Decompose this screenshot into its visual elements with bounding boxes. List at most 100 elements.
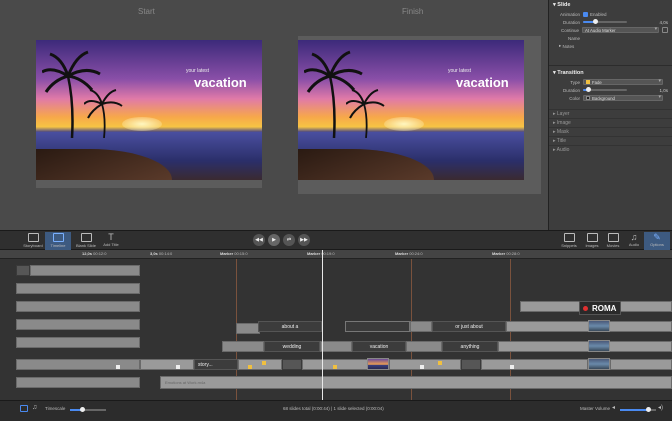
playhead[interactable] [322, 250, 323, 400]
inspector-section-title[interactable]: ▸ Title [549, 136, 672, 145]
inspector-section-audio[interactable]: ▸ Audio [549, 145, 672, 154]
time-ruler[interactable]: 12,0s 00:12:0 3,0s 00:14:0 Marker 00:15:… [0, 250, 672, 259]
slide-block[interactable] [406, 341, 442, 352]
master-volume-slider[interactable] [620, 407, 656, 412]
options-button[interactable]: ✎ Options [644, 232, 670, 250]
forward-button[interactable]: ▶▶ [298, 234, 310, 246]
storyboard-button[interactable]: Storyboard [20, 232, 46, 250]
slide-section-header[interactable]: ▾ Slide [553, 1, 668, 10]
slide-block[interactable] [498, 341, 672, 352]
slide-block[interactable] [389, 359, 461, 370]
slide-block[interactable] [16, 301, 140, 312]
inspector-section-mask[interactable]: ▸ Mask [549, 127, 672, 136]
slide-block[interactable] [481, 359, 588, 370]
title-story[interactable]: story... [194, 359, 238, 370]
snippets-icon [563, 233, 575, 242]
slide-block[interactable] [30, 265, 140, 276]
transition-marker[interactable] [333, 365, 337, 369]
transition-color-popup[interactable]: Background [583, 95, 663, 101]
name-label: Name [567, 35, 580, 41]
inspector-section-image[interactable]: ▸ Image [549, 118, 672, 127]
transition-marker[interactable] [248, 365, 252, 369]
ruler-marker[interactable]: Marker 00:28:0 [492, 251, 520, 256]
slide-block[interactable] [236, 323, 260, 334]
loop-button[interactable]: ⇄ [283, 234, 295, 246]
slide-block[interactable] [461, 359, 481, 370]
roma-title-block[interactable]: ROMA [579, 301, 621, 315]
slide-summary: 68 slides total (0:00:44) | 1 slide sele… [283, 406, 384, 411]
title-block[interactable] [345, 321, 410, 332]
slide-block[interactable] [410, 321, 432, 332]
slide-block[interactable] [140, 359, 194, 370]
duration-slider[interactable] [583, 19, 627, 24]
audio-track[interactable]: Emotions at Work.m4a [160, 376, 672, 389]
master-volume-fill [620, 409, 649, 411]
slide-block[interactable] [222, 341, 264, 352]
transition-marker[interactable] [438, 361, 442, 365]
slide-block[interactable] [16, 359, 140, 370]
transport-controls: ◀◀ ▶ ⇄ ▶▶ [253, 234, 310, 246]
animation-value: Enabled [590, 11, 607, 17]
duration-slider-knob[interactable] [592, 19, 598, 24]
title-or-just-about[interactable]: or just about [432, 321, 506, 332]
main-toolbar: Storyboard Timeline Blank Slide T Add Tit… [0, 230, 672, 250]
slide-block[interactable] [282, 359, 302, 370]
timeline-button[interactable]: Timeline [45, 232, 71, 250]
blank-slide-button[interactable]: Blank Slide [73, 232, 99, 250]
slide-block[interactable] [610, 359, 672, 370]
ruler-marker[interactable]: Marker 00:19:0 [307, 251, 335, 256]
slide-block[interactable] [238, 359, 282, 370]
images-icon [586, 233, 598, 242]
video-thumbnail[interactable] [588, 320, 610, 332]
slide-block[interactable] [16, 337, 140, 348]
vacation-photo-thumbnail[interactable] [367, 358, 389, 370]
add-title-button[interactable]: T Add Title [98, 232, 124, 250]
slide-block[interactable] [320, 341, 352, 352]
finish-slide-preview[interactable]: your latest vacation [298, 40, 524, 180]
slide-block[interactable] [16, 265, 30, 276]
title-about-a[interactable]: about a [258, 321, 322, 332]
notes-label[interactable]: Notes [563, 44, 575, 49]
screen-icon[interactable] [20, 405, 28, 412]
timeline-tracks: ROMA about a or just about wedding vacat… [0, 259, 672, 400]
transition-marker[interactable] [176, 365, 180, 369]
timescale-slider[interactable] [70, 407, 106, 412]
title-wedding[interactable]: wedding [264, 341, 320, 352]
slide-block[interactable] [16, 283, 140, 294]
transition-marker[interactable] [262, 361, 266, 365]
video-thumbnail[interactable] [588, 340, 610, 352]
continue-popup[interactable]: At Audio Marker [581, 27, 660, 33]
transition-type-popup[interactable]: Fade [583, 79, 663, 85]
title-vacation[interactable]: vacation [352, 341, 406, 352]
rewind-button[interactable]: ◀◀ [253, 234, 265, 246]
animation-checkbox[interactable] [583, 11, 588, 17]
slide-block[interactable] [16, 377, 140, 388]
music-note-icon[interactable]: ♫ [32, 404, 37, 411]
duration-label: Duration [562, 19, 580, 25]
transition-section-header[interactable]: ▾ Transition [553, 69, 668, 78]
title-anything[interactable]: anything [442, 341, 498, 352]
transition-marker[interactable] [116, 365, 120, 369]
slide-block[interactable] [16, 319, 140, 330]
fade-icon [586, 80, 590, 84]
ruler-marker[interactable]: Marker 00:15:0 [220, 251, 248, 256]
master-volume-knob[interactable] [646, 407, 652, 412]
transition-marker[interactable] [420, 365, 424, 369]
inspector-section-layer[interactable]: ▸ Layer [549, 109, 672, 118]
timescale-knob[interactable] [80, 407, 86, 412]
continue-stepper-icon[interactable] [662, 27, 668, 33]
transition-duration-knob[interactable] [585, 87, 591, 92]
film-icon [607, 233, 619, 242]
start-slide-preview[interactable]: your latest vacation [36, 40, 262, 180]
video-thumbnail[interactable] [588, 358, 610, 370]
timeline-icon [52, 233, 64, 242]
transition-marker[interactable] [510, 365, 514, 369]
master-volume-label: Master Volume [580, 406, 611, 411]
ruler-marker[interactable]: Marker 00:24:0 [395, 251, 423, 256]
slide-small-text: your latest [448, 68, 472, 74]
continue-label: Continue [560, 27, 579, 33]
sun [121, 117, 162, 131]
play-button[interactable]: ▶ [268, 234, 280, 246]
transition-duration-slider[interactable] [583, 87, 627, 92]
title-t-icon: T [108, 232, 114, 242]
